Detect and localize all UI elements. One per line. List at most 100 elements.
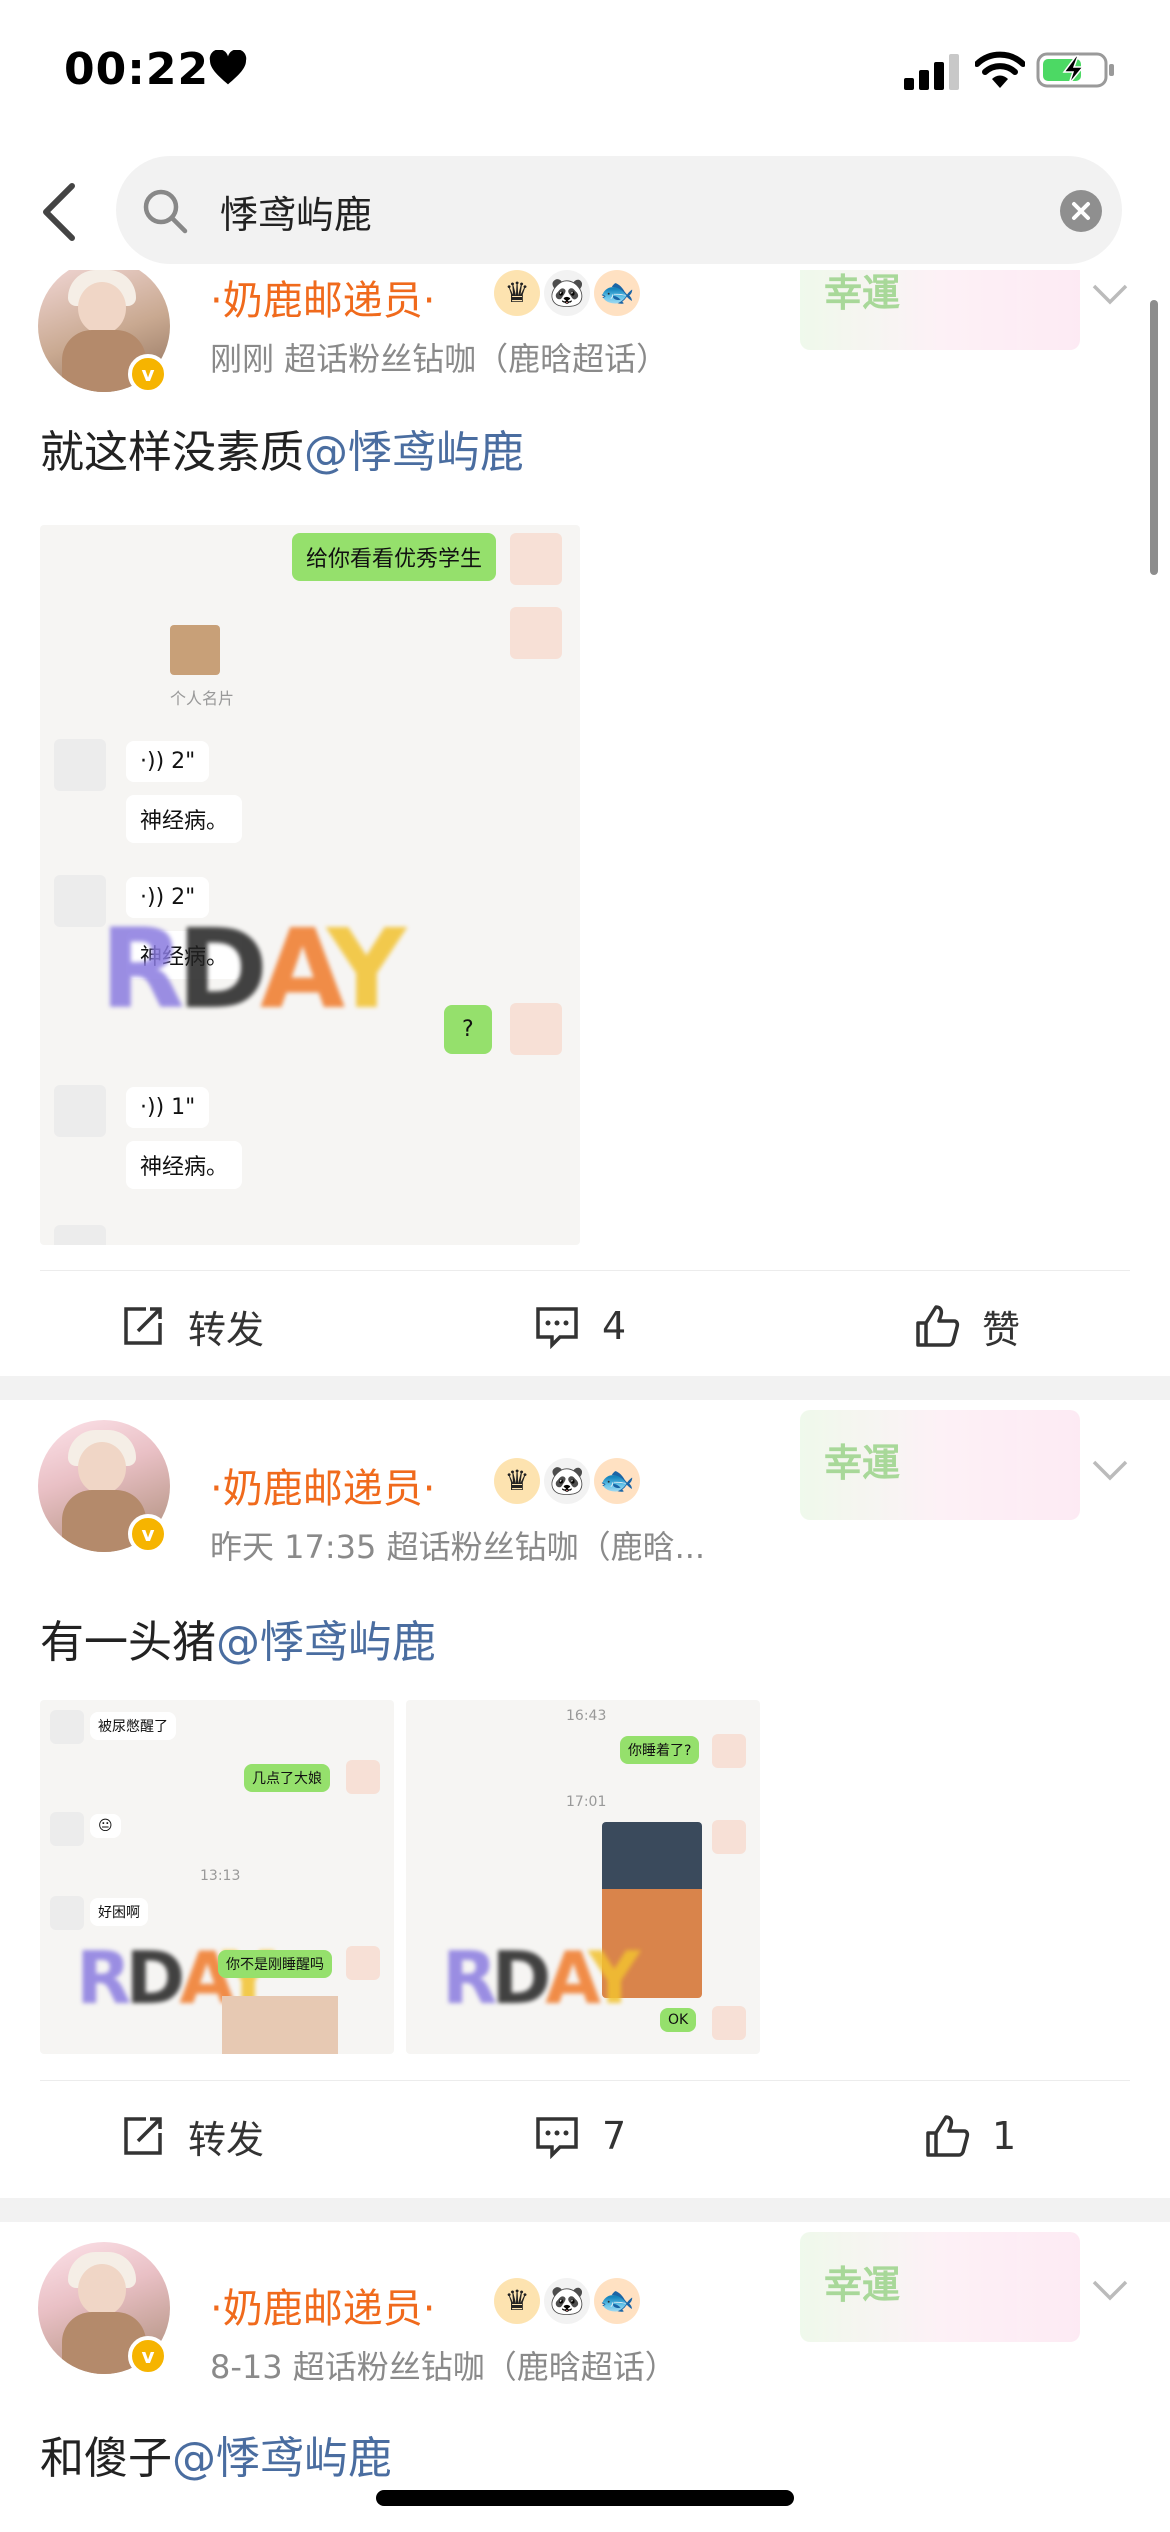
clear-search-button[interactable] — [1060, 190, 1102, 232]
chat-avatar — [54, 875, 106, 927]
chat-timestamp: 16:43 — [566, 1708, 607, 1724]
chat-avatar — [54, 739, 106, 791]
username[interactable]: ·奶鹿邮递员· — [210, 1456, 435, 1514]
chevron-down-icon[interactable] — [1090, 1456, 1130, 1486]
comment-count: 7 — [602, 2114, 627, 2158]
chat-avatar — [510, 533, 562, 585]
scrollbar[interactable] — [1150, 300, 1158, 575]
chat-bubble: 你不是刚睡醒吗 — [218, 1950, 332, 1978]
verified-badge: v — [128, 354, 168, 394]
sticker-text: 幸運 — [824, 271, 901, 315]
post-card[interactable]: v ·奶鹿邮递员· ♛ 🐼 🐟 幸運 8-13 超话粉丝钻咖（鹿晗超话） 和傻子@悸… — [0, 2222, 1170, 2532]
chevron-down-icon[interactable] — [1090, 280, 1130, 310]
repost-button[interactable]: 转发 — [120, 1301, 265, 1352]
chat-avatar — [50, 1896, 84, 1930]
search-query: 悸鸢屿鹿 — [220, 193, 373, 237]
repost-label: 转发 — [188, 1307, 265, 1352]
chat-avatar — [50, 1710, 84, 1744]
chat-bubble: 给你看看优秀学生 — [292, 533, 497, 581]
mention-link[interactable]: @悸鸢屿鹿 — [304, 427, 524, 478]
decoration-sticker: 幸運 — [800, 2232, 1080, 2342]
panda-icon: 🐼 — [544, 270, 590, 316]
panda-icon: 🐼 — [544, 1458, 590, 1504]
chat-avatar — [712, 1820, 746, 1854]
post-text-content: 就这样没素质 — [40, 427, 304, 478]
post-card[interactable]: v ·奶鹿邮递员· ♛ 🐼 🐟 幸運 刚刚 超话粉丝钻咖（鹿晗超话） 就这样没素质@… — [0, 270, 1170, 1370]
home-indicator[interactable] — [376, 2490, 794, 2506]
repost-icon — [124, 2117, 162, 2155]
post-text: 和傻子@悸鸢屿鹿 — [40, 2422, 392, 2486]
verified-badge: v — [128, 2336, 168, 2376]
watermark-graphic: RDAY — [100, 905, 406, 1033]
search-header: 悸鸢屿鹿 — [0, 150, 1170, 270]
username[interactable]: ·奶鹿邮递员· — [210, 270, 435, 326]
watermark-graphic: RDAY — [442, 1936, 640, 2020]
chat-timestamp: 13:13 — [200, 1868, 241, 1884]
post-text-content: 有一头猪 — [40, 1617, 216, 1668]
user-badges: ♛ 🐼 🐟 — [494, 1458, 654, 1508]
voice-message: ·)) 2" — [126, 741, 210, 782]
sticker-text: 幸運 — [824, 1441, 901, 1485]
chat-bubble: OK — [660, 2008, 697, 2032]
chat-avatar — [54, 1225, 106, 1245]
like-button[interactable]: 赞 — [914, 1301, 1021, 1352]
close-icon — [1072, 202, 1090, 220]
status-time: 00:22 — [64, 44, 210, 95]
post-meta: 刚刚 超话粉丝钻咖（鹿晗超话） — [210, 340, 669, 378]
post-image[interactable]: 给你看看优秀学生 个人名片 ·)) 2" 神经病。 ·)) 2" 神经病。 RD… — [40, 525, 580, 1245]
photo-thumbnail — [222, 1996, 338, 2054]
fish-icon: 🐟 — [594, 270, 640, 316]
post-card[interactable]: v ·奶鹿邮递员· ♛ 🐼 🐟 幸運 昨天 17:35 超话粉丝钻咖（鹿晗... 有… — [0, 1400, 1170, 2220]
post-feed: v ·奶鹿邮递员· ♛ 🐼 🐟 幸運 刚刚 超话粉丝钻咖（鹿晗超话） 就这样没素质@… — [0, 270, 1170, 2532]
post-image[interactable]: 16:43 你睡着了? 17:01 RDAY OK — [406, 1700, 760, 2054]
card-label: 个人名片 — [170, 689, 235, 708]
comment-button[interactable]: 7 — [534, 2111, 626, 2161]
chat-bubble: 你睡着了? — [620, 1736, 700, 1764]
chat-bubble: 神经病。 — [126, 795, 243, 843]
back-arrow-icon[interactable] — [34, 180, 84, 244]
wifi-icon — [975, 51, 1025, 88]
post-divider — [0, 1376, 1170, 1400]
chat-timestamp: 17:01 — [566, 1794, 607, 1810]
repost-icon — [124, 1307, 162, 1345]
decoration-sticker: 幸運 — [800, 270, 1080, 350]
post-text-content: 和傻子 — [40, 2433, 172, 2484]
comment-button[interactable]: 4 — [534, 1301, 626, 1351]
post-text: 就这样没素质@悸鸢屿鹿 — [40, 416, 524, 480]
chevron-down-icon[interactable] — [1090, 2276, 1130, 2306]
post-image[interactable]: 被尿憋醒了 几点了大娘 😐 13:13 好困啊 RDAY 你不是刚睡醒吗 — [40, 1700, 394, 2054]
card-thumbnail — [170, 625, 220, 675]
like-button[interactable]: 1 — [924, 2111, 1016, 2161]
repost-label: 转发 — [188, 2117, 265, 2162]
chat-avatar — [510, 1003, 562, 1055]
user-badges: ♛ 🐼 🐟 — [494, 2278, 654, 2328]
post-actions: 转发 7 1 — [40, 2080, 1130, 2190]
chat-avatar — [54, 1085, 106, 1137]
post-divider — [0, 2198, 1170, 2222]
heart-icon — [209, 50, 247, 85]
signal-icon — [904, 54, 959, 90]
chat-avatar — [50, 1812, 84, 1846]
mention-link[interactable]: @悸鸢屿鹿 — [216, 1617, 436, 1668]
crown-icon: ♛ — [494, 2278, 540, 2324]
verified-badge: v — [128, 1514, 168, 1554]
repost-button[interactable]: 转发 — [120, 2111, 265, 2162]
post-meta: 8-13 超话粉丝钻咖（鹿晗超话） — [210, 2348, 677, 2386]
user-badges: ♛ 🐼 🐟 — [494, 270, 654, 320]
crown-icon: ♛ — [494, 1458, 540, 1504]
comment-icon — [536, 2117, 578, 2159]
like-label: 赞 — [982, 1307, 1021, 1352]
chat-bubble: 好困啊 — [90, 1898, 148, 1926]
decoration-sticker: 幸運 — [800, 1410, 1080, 1520]
chat-avatar — [712, 1734, 746, 1768]
post-text: 有一头猪@悸鸢屿鹿 — [40, 1606, 436, 1670]
search-icon — [143, 189, 188, 234]
mention-link[interactable]: @悸鸢屿鹿 — [172, 2433, 392, 2484]
username[interactable]: ·奶鹿邮递员· — [210, 2276, 435, 2334]
chat-bubble: 神经病。 — [126, 1141, 243, 1189]
post-meta: 昨天 17:35 超话粉丝钻咖（鹿晗... — [210, 1528, 706, 1566]
voice-message: ·)) 1" — [126, 1087, 210, 1128]
status-bar: 00:22 — [0, 0, 1170, 150]
thumbs-up-icon — [926, 2115, 970, 2157]
search-input[interactable]: 悸鸢屿鹿 — [116, 156, 1122, 264]
